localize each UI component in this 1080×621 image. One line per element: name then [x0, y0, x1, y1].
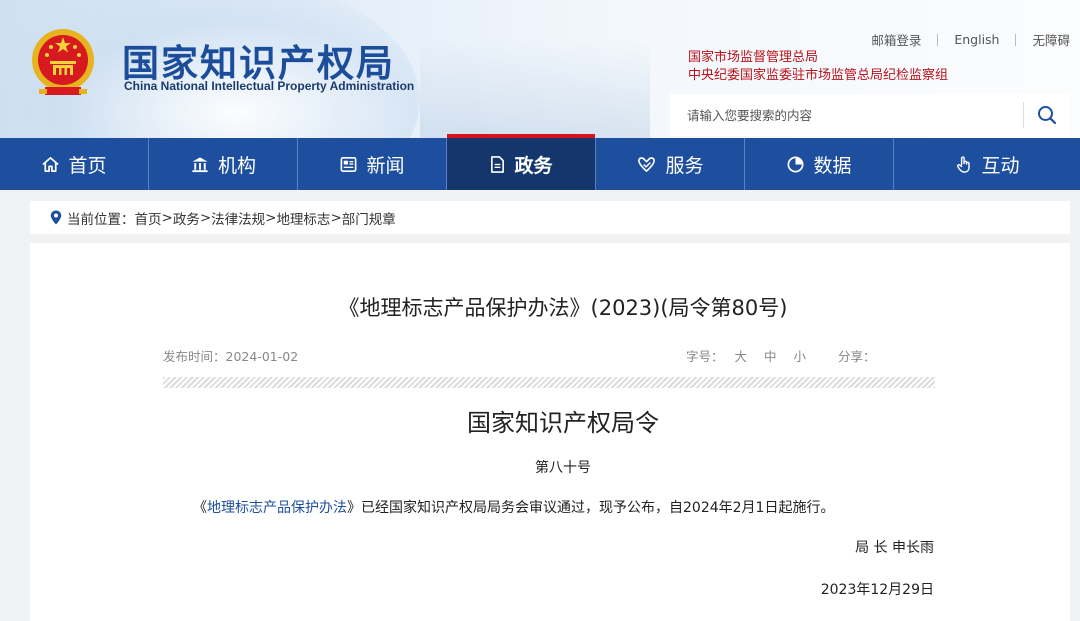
home-icon [41, 155, 60, 174]
search-icon [1038, 106, 1057, 125]
national-emblem-icon [32, 29, 94, 95]
article-body-paragraph: 《地理标志产品保护办法》已经国家知识产权局局务会审议通过，现予公布，自2024年… [193, 497, 834, 517]
accessibility-link[interactable]: 无障碍 [1016, 30, 1070, 49]
location-pin-icon [50, 210, 62, 225]
samr-link[interactable]: 国家市场监督管理总局 [688, 49, 948, 67]
document-heading: 国家知识产权局令 [467, 409, 659, 437]
breadcrumb-prefix: 当前位置： [67, 211, 135, 228]
font-size-small-button[interactable]: 小 [794, 346, 807, 365]
breadcrumb-separator: > [330, 209, 342, 226]
search-button[interactable] [1024, 94, 1070, 136]
document-icon [489, 155, 506, 174]
breadcrumb-home[interactable]: 首页 [135, 208, 162, 228]
news-icon [339, 155, 358, 174]
nav-label: 首页 [68, 154, 107, 177]
nav-label: 服务 [665, 154, 704, 177]
nav-data[interactable]: 数据 [745, 138, 894, 190]
institution-icon [190, 155, 210, 174]
nav-label: 政务 [514, 154, 553, 177]
nav-label: 新闻 [366, 154, 405, 177]
breadcrumb-separator: > [161, 209, 173, 226]
breadcrumb-separator: > [199, 209, 212, 226]
nav-label: 数据 [813, 154, 852, 177]
hand-icon [954, 155, 973, 174]
article-title: 《地理标志产品保护办法》(2023)(局令第80号) [338, 296, 788, 320]
font-size-label: 字号： [686, 349, 724, 364]
breadcrumb-government-affairs[interactable]: 政务 [173, 208, 200, 228]
english-link[interactable]: English [938, 32, 1015, 47]
breadcrumb-geographical-indication[interactable]: 地理标志 [276, 208, 330, 228]
font-size-switcher: 字号： 大 中 小 [686, 346, 823, 365]
org-links: 国家市场监督管理总局 中央纪委国家监委驻市场监管总局纪检监察组 [688, 49, 948, 85]
body-text: 》已经国家知识产权局局务会审议通过，现予公布，自2024年2月1日起施行。 [347, 500, 835, 516]
service-icon [636, 155, 657, 174]
site-header: 国家知识产权局 China National Intellectual Prop… [0, 0, 1080, 138]
share-label: 分享： [838, 349, 876, 364]
nav-news[interactable]: 新闻 [298, 138, 447, 190]
discipline-inspection-link[interactable]: 中央纪委国家监委驻市场监管总局纪检监察组 [688, 67, 948, 85]
breadcrumb-laws[interactable]: 法律法规 [211, 208, 265, 228]
nav-interaction[interactable]: 互动 [894, 138, 1080, 190]
nav-service[interactable]: 服务 [596, 138, 745, 190]
breadcrumb: 当前位置： 首页 > 政务 > 法律法规 > 地理标志 > 部门规章 [30, 201, 1070, 234]
signing-date: 2023年12月29日 [820, 582, 934, 598]
breadcrumb-department-rules[interactable]: 部门规章 [342, 208, 396, 228]
regulation-link[interactable]: 地理标志产品保护办法 [207, 500, 347, 516]
search-box [670, 94, 1070, 136]
signature: 局 长 申长雨 [855, 540, 934, 556]
document-number: 第八十号 [535, 460, 591, 476]
top-links: 邮箱登录 English 无障碍 [855, 30, 1070, 49]
body-open-bracket: 《 [193, 500, 207, 516]
nav-government-affairs[interactable]: 政务 [447, 134, 596, 190]
nav-home[interactable]: 首页 [0, 138, 149, 190]
main-nav: 首页 机构 新闻 政务 服务 数据 互动 [0, 134, 1080, 190]
pie-chart-icon [786, 155, 805, 174]
font-size-medium-button[interactable]: 中 [764, 346, 777, 365]
nav-label: 互动 [981, 154, 1020, 177]
article-card: 《地理标志产品保护办法》(2023)(局令第80号) 发布时间：2024-01-… [30, 243, 1070, 621]
nav-label: 机构 [217, 154, 256, 177]
breadcrumb-separator: > [265, 209, 277, 226]
nav-institution[interactable]: 机构 [149, 138, 298, 190]
site-subtitle: China National Intellectual Property Adm… [124, 79, 415, 93]
header-building-decoration [420, 40, 650, 138]
publish-date: 发布时间：2024-01-02 [163, 349, 299, 364]
meta-divider-stripe [163, 377, 935, 388]
font-size-large-button[interactable]: 大 [735, 346, 748, 365]
search-input[interactable] [670, 94, 1023, 136]
mail-login-link[interactable]: 邮箱登录 [855, 30, 937, 49]
